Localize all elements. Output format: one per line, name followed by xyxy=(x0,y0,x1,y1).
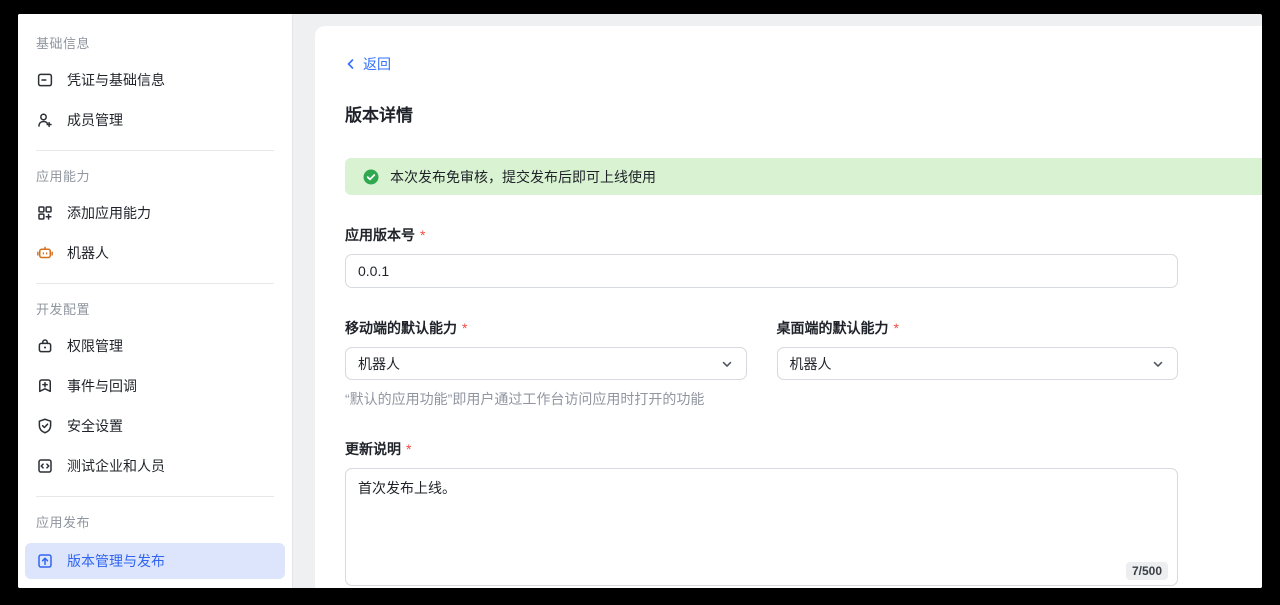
app-grid-add-icon xyxy=(36,204,54,222)
sidebar-item-robot[interactable]: 机器人 xyxy=(18,233,292,273)
chevron-down-icon xyxy=(1151,357,1165,371)
sidebar-item-label: 成员管理 xyxy=(67,110,123,130)
char-counter: 7/500 xyxy=(1126,562,1168,580)
mobile-capability-label: 移动端的默认能力* xyxy=(345,318,747,338)
required-asterisk: * xyxy=(894,320,899,336)
sidebar-item-security[interactable]: 安全设置 xyxy=(18,406,292,446)
mobile-capability-value: 机器人 xyxy=(358,354,400,374)
credential-card-icon xyxy=(36,71,54,89)
desktop-capability-value: 机器人 xyxy=(790,354,832,374)
back-button[interactable]: 返回 xyxy=(345,54,391,74)
app-window: 基础信息 凭证与基础信息 成员管理 应用能力 xyxy=(18,14,1262,588)
sidebar-item-label: 权限管理 xyxy=(67,336,123,356)
sidebar-section-basic-info: 基础信息 xyxy=(18,28,292,60)
sidebar-item-add-capability[interactable]: 添加应用能力 xyxy=(18,193,292,233)
success-check-icon xyxy=(362,168,380,186)
sidebar-item-events[interactable]: 事件与回调 xyxy=(18,366,292,406)
sidebar-divider xyxy=(36,496,274,497)
sidebar-item-members[interactable]: 成员管理 xyxy=(18,100,292,140)
sidebar-item-label: 凭证与基础信息 xyxy=(67,70,165,90)
shield-check-icon xyxy=(36,417,54,435)
sidebar-item-credentials[interactable]: 凭证与基础信息 xyxy=(18,60,292,100)
back-label: 返回 xyxy=(363,54,391,74)
chevron-left-icon xyxy=(345,58,357,70)
chevron-down-icon xyxy=(720,357,734,371)
sidebar-item-label: 机器人 xyxy=(67,243,109,263)
required-asterisk: * xyxy=(420,227,425,243)
banner-text: 本次发布免审核，提交发布后即可上线使用 xyxy=(390,167,656,187)
sidebar-section-dev-config: 开发配置 xyxy=(18,294,292,326)
sidebar-item-label: 测试企业和人员 xyxy=(67,456,165,476)
sidebar-divider xyxy=(36,283,274,284)
capability-hint: “默认的应用功能”即用户通过工作台访问应用时打开的功能 xyxy=(345,389,1178,409)
no-review-banner: 本次发布免审核，提交发布后即可上线使用 xyxy=(345,158,1262,195)
sidebar-item-label: 添加应用能力 xyxy=(67,203,151,223)
version-detail-panel: 返回 版本详情 本次发布免审核，提交发布后即可上线使用 应用版本号* 移动端的默… xyxy=(315,26,1262,588)
version-form: 应用版本号* 移动端的默认能力* 机器人 xyxy=(345,225,1178,588)
desktop-capability-select[interactable]: 机器人 xyxy=(777,347,1179,380)
required-asterisk: * xyxy=(462,320,467,336)
sidebar-item-test-company[interactable]: 测试企业和人员 xyxy=(18,446,292,486)
required-asterisk: * xyxy=(406,441,411,457)
sidebar-section-app-capability: 应用能力 xyxy=(18,161,292,193)
page-title: 版本详情 xyxy=(345,101,1262,126)
update-notes-label: 更新说明* xyxy=(345,439,1178,459)
desktop-capability-label: 桌面端的默认能力* xyxy=(777,318,1179,338)
update-notes-textarea[interactable]: 首次发布上线。 xyxy=(345,468,1178,586)
person-add-icon xyxy=(36,111,54,129)
sidebar-item-permissions[interactable]: 权限管理 xyxy=(18,326,292,366)
version-number-label: 应用版本号* xyxy=(345,225,1178,245)
sidebar-item-label: 安全设置 xyxy=(67,416,123,436)
publish-arrow-icon xyxy=(36,552,54,570)
sidebar-item-version-release[interactable]: 版本管理与发布 xyxy=(25,543,285,579)
bookmark-plus-icon xyxy=(36,377,54,395)
version-number-input[interactable] xyxy=(345,254,1178,288)
sidebar: 基础信息 凭证与基础信息 成员管理 应用能力 xyxy=(18,14,293,588)
sidebar-item-label: 事件与回调 xyxy=(67,376,137,396)
lock-icon xyxy=(36,337,54,355)
sidebar-section-app-release: 应用发布 xyxy=(18,507,292,539)
sidebar-item-label: 版本管理与发布 xyxy=(67,551,165,571)
robot-icon xyxy=(36,244,54,262)
sidebar-divider xyxy=(36,150,274,151)
mobile-capability-select[interactable]: 机器人 xyxy=(345,347,747,380)
code-box-icon xyxy=(36,457,54,475)
